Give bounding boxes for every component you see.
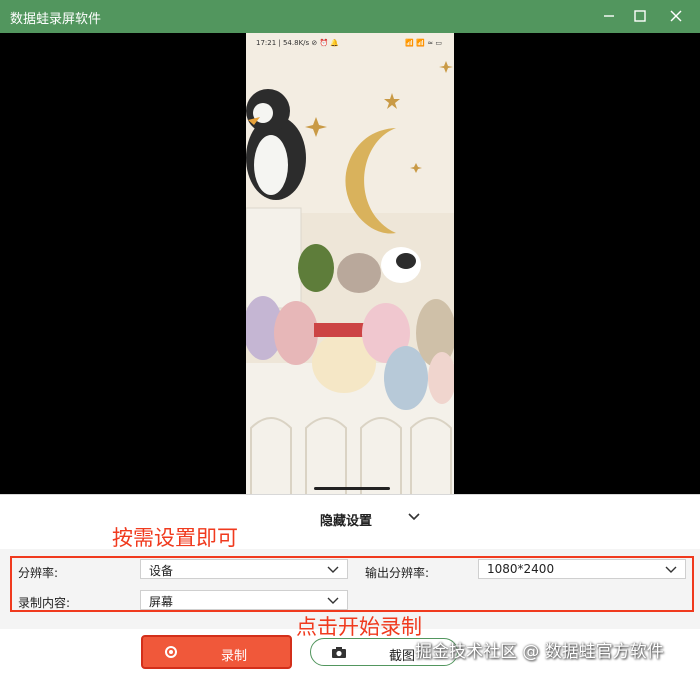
resolution-label: 分辨率:	[18, 566, 59, 580]
record-content-value: 屏幕	[149, 595, 174, 609]
chevron-down-icon	[408, 513, 420, 521]
close-icon	[670, 10, 682, 22]
record-button[interactable]: 录制	[141, 635, 292, 669]
chevron-down-icon	[327, 597, 339, 604]
minimize-icon	[604, 15, 614, 17]
output-resolution-label: 输出分辨率:	[365, 566, 430, 580]
chevron-down-icon	[327, 566, 339, 573]
phone-screen-preview: 17:21 | 54.8K/s ⊘ ⏰ 🔔 📶 📶 ≈ ▭	[246, 33, 454, 494]
home-indicator	[314, 487, 390, 490]
resolution-select[interactable]: 设备	[140, 559, 348, 579]
phone-status-bar: 17:21 | 54.8K/s ⊘ ⏰ 🔔 📶 📶 ≈ ▭	[246, 33, 454, 53]
app-title: 数据蛙录屏软件	[10, 12, 102, 27]
annotation-record-hint: 点击开始录制	[296, 615, 422, 639]
output-resolution-select[interactable]: 1080*2400	[478, 559, 686, 579]
watermark: 掘金技术社区 @ 数据蛙官方软件	[415, 642, 664, 662]
hide-settings-toggle[interactable]: 隐藏设置	[0, 508, 700, 530]
plush-toys-photo	[246, 33, 454, 494]
maximize-icon	[634, 10, 646, 22]
close-button[interactable]	[659, 0, 693, 33]
record-content-label: 录制内容:	[18, 596, 71, 610]
preview-area: 17:21 | 54.8K/s ⊘ ⏰ 🔔 📶 📶 ≈ ▭	[0, 33, 700, 494]
output-resolution-value: 1080*2400	[487, 562, 555, 576]
resolution-value: 设备	[149, 564, 174, 578]
maximize-button[interactable]	[623, 0, 657, 33]
annotation-settings-hint: 按需设置即可	[112, 526, 238, 550]
camera-icon	[332, 647, 346, 658]
phone-status-right: 📶 📶 ≈ ▭	[405, 39, 442, 47]
divider	[0, 494, 700, 495]
record-content-select[interactable]: 屏幕	[140, 590, 348, 610]
minimize-button[interactable]	[592, 0, 626, 33]
title-bar: 数据蛙录屏软件	[0, 0, 700, 33]
screenshot-button-label: 截图	[389, 649, 416, 664]
hide-settings-label: 隐藏设置	[320, 514, 373, 529]
record-icon	[165, 646, 177, 658]
chevron-down-icon	[665, 566, 677, 573]
phone-status-left: 17:21 | 54.8K/s ⊘ ⏰ 🔔	[256, 39, 340, 47]
record-button-label: 录制	[221, 649, 248, 664]
